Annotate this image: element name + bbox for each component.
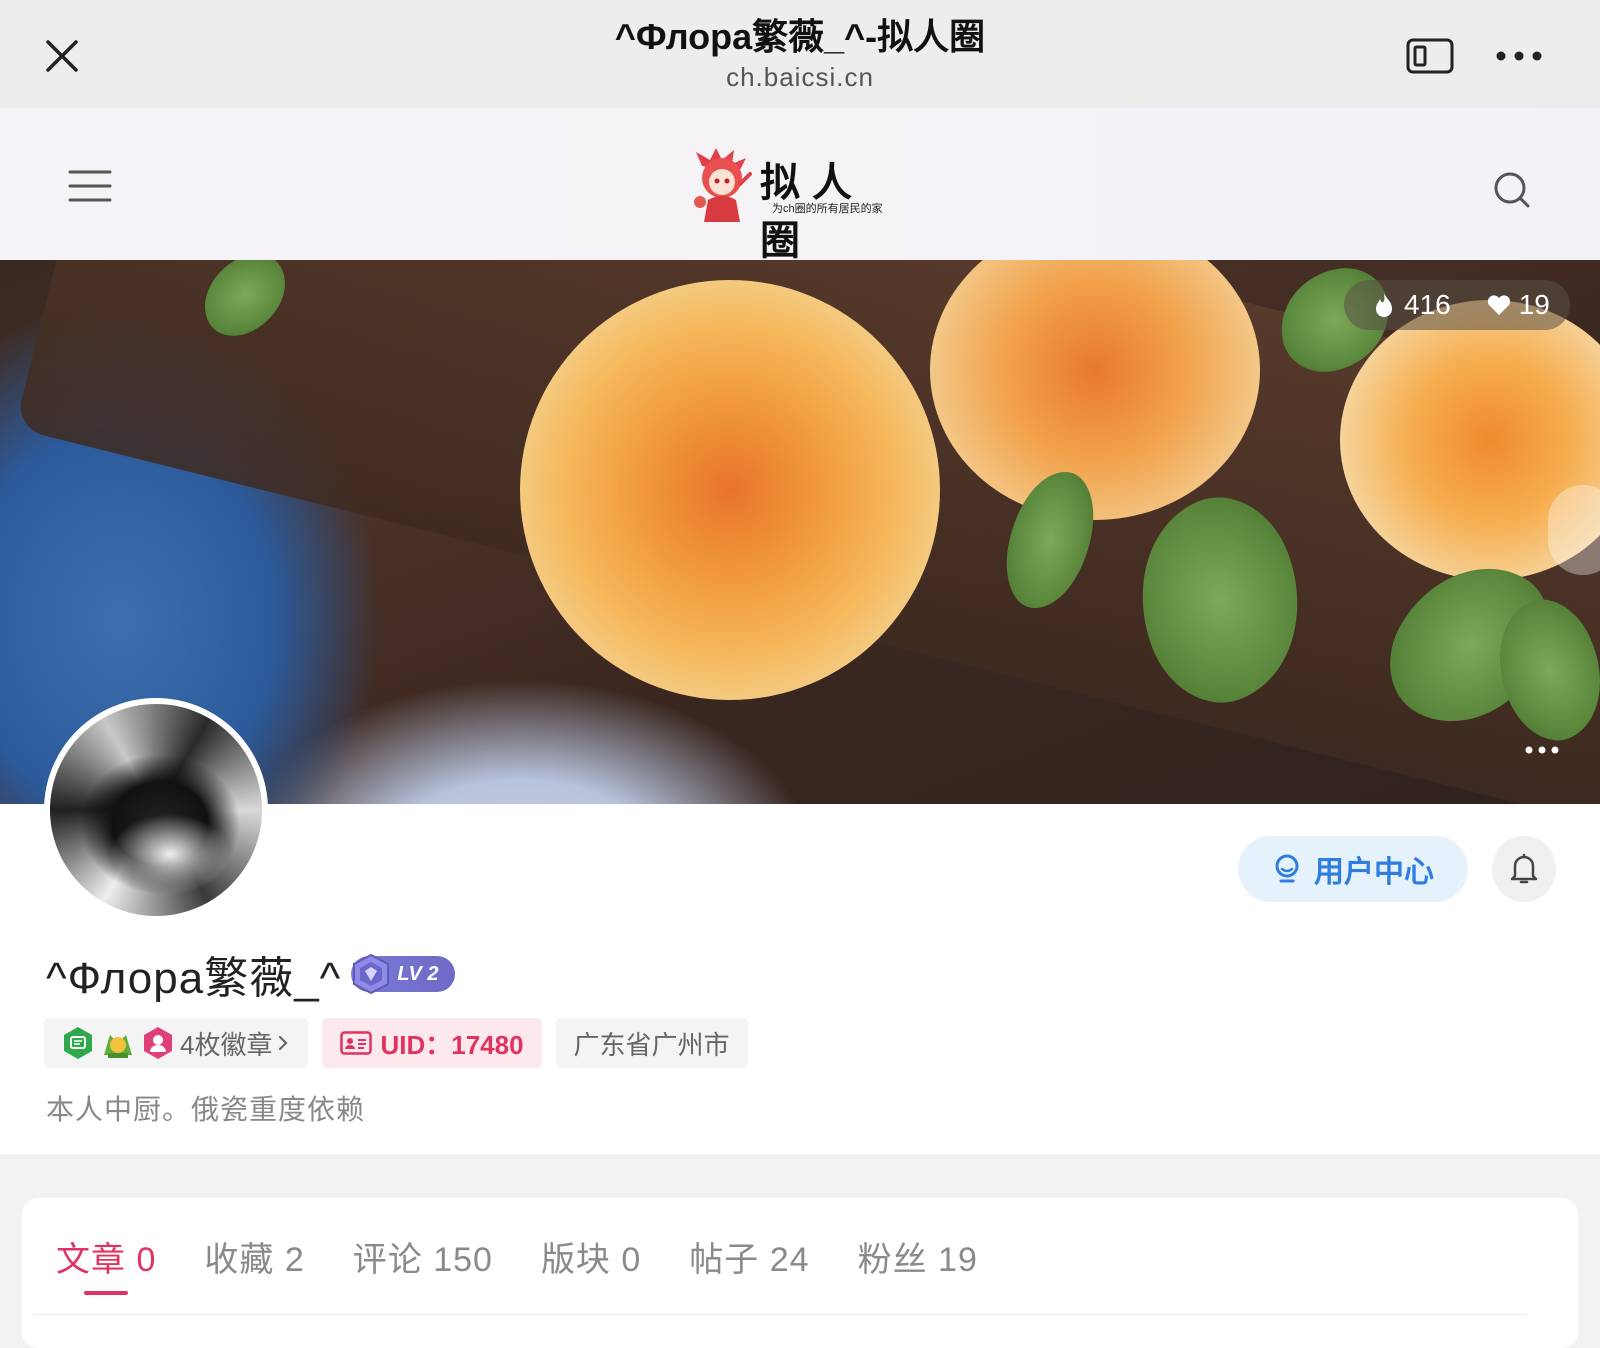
badges-tag[interactable]: 4枚徽章 — [44, 1018, 309, 1068]
level-badge: LV 2 — [351, 953, 456, 995]
comment-badge-icon — [64, 1027, 92, 1059]
user-bio: 本人中厨。俄瓷重度依赖 — [46, 1094, 366, 1125]
floating-window-icon[interactable] — [1406, 38, 1454, 74]
like-count: 19 — [1518, 289, 1550, 320]
tab-followers[interactable]: 粉丝 19 — [858, 1232, 978, 1295]
mascot-icon — [694, 148, 752, 222]
id-card-icon — [340, 1031, 373, 1055]
achievement-badge-icon — [104, 1035, 132, 1058]
user-center-label: 用户中心 — [1314, 856, 1434, 889]
tab-boards[interactable]: 版块 0 — [541, 1232, 641, 1295]
browser-top-bar: ^Флора繁薇_^-拟人圈 ch.baicsi.cn — [0, 0, 1600, 108]
tab-favorites[interactable]: 收藏 2 — [204, 1232, 304, 1295]
side-float-button[interactable] — [1548, 485, 1600, 575]
cover-more-icon[interactable] — [1524, 744, 1560, 756]
browser-title-area: ^Флора繁薇_^-拟人圈 ch.baicsi.cn — [0, 14, 1600, 94]
heart-icon — [1487, 295, 1510, 315]
level-text: LV 2 — [397, 962, 439, 985]
hot-count: 416 — [1404, 289, 1451, 320]
site-header: 拟人圈 为ch圈的所有居民的家 — [0, 108, 1600, 264]
popularity-stats: 416 19 — [1344, 280, 1570, 330]
tab-posts[interactable]: 帖子 24 — [689, 1232, 809, 1295]
user-center-icon — [1275, 854, 1299, 883]
notification-button[interactable] — [1492, 836, 1556, 902]
username-row: ^Флора繁薇_^ LV 2 — [46, 942, 456, 1006]
page-url: ch.baicsi.cn — [726, 62, 874, 92]
page-title: ^Флора繁薇_^-拟人圈 — [614, 16, 986, 57]
uid-tag: UID：17480 — [322, 1018, 542, 1068]
tab-comments[interactable]: 评论 150 — [353, 1232, 493, 1295]
location-tag: 广东省广州市 — [555, 1018, 748, 1068]
location-value: 广东省广州市 — [573, 1029, 730, 1060]
avatar[interactable] — [44, 698, 268, 922]
content-tabs-card: 文章 0 收藏 2 评论 150 版块 0 帖子 24 粉丝 19 — [22, 1198, 1578, 1348]
more-options-icon[interactable] — [1494, 42, 1544, 70]
avatar-image — [50, 704, 262, 916]
search-icon[interactable] — [1492, 170, 1532, 210]
profile-tabs: 文章 0 收藏 2 评论 150 版块 0 帖子 24 粉丝 19 — [56, 1232, 978, 1295]
uid-value: UID：17480 — [380, 1029, 524, 1060]
site-logo[interactable]: 拟人圈 为ch圈的所有居民的家 — [690, 144, 910, 264]
fire-icon — [1376, 293, 1392, 317]
hamburger-menu-icon[interactable] — [68, 168, 112, 204]
profile-cover-image: 416 19 — [0, 260, 1600, 804]
profile-tags: 4枚徽章 UID：17480 广东省广州市 — [44, 1018, 748, 1068]
level-gem-icon — [353, 953, 390, 995]
user-center-button[interactable]: 用户中心 — [1238, 836, 1468, 902]
badges-count: 4枚徽章 — [180, 1029, 273, 1060]
tab-articles[interactable]: 文章 0 — [56, 1232, 156, 1295]
username: ^Флора繁薇_^ — [46, 954, 342, 1003]
tab-divider — [34, 1314, 1526, 1315]
bell-icon — [1510, 853, 1538, 884]
user-badge-icon — [144, 1027, 172, 1059]
chevron-right-icon — [279, 1035, 289, 1051]
site-tagline: 为ch圈的所有居民的家 — [772, 203, 883, 215]
